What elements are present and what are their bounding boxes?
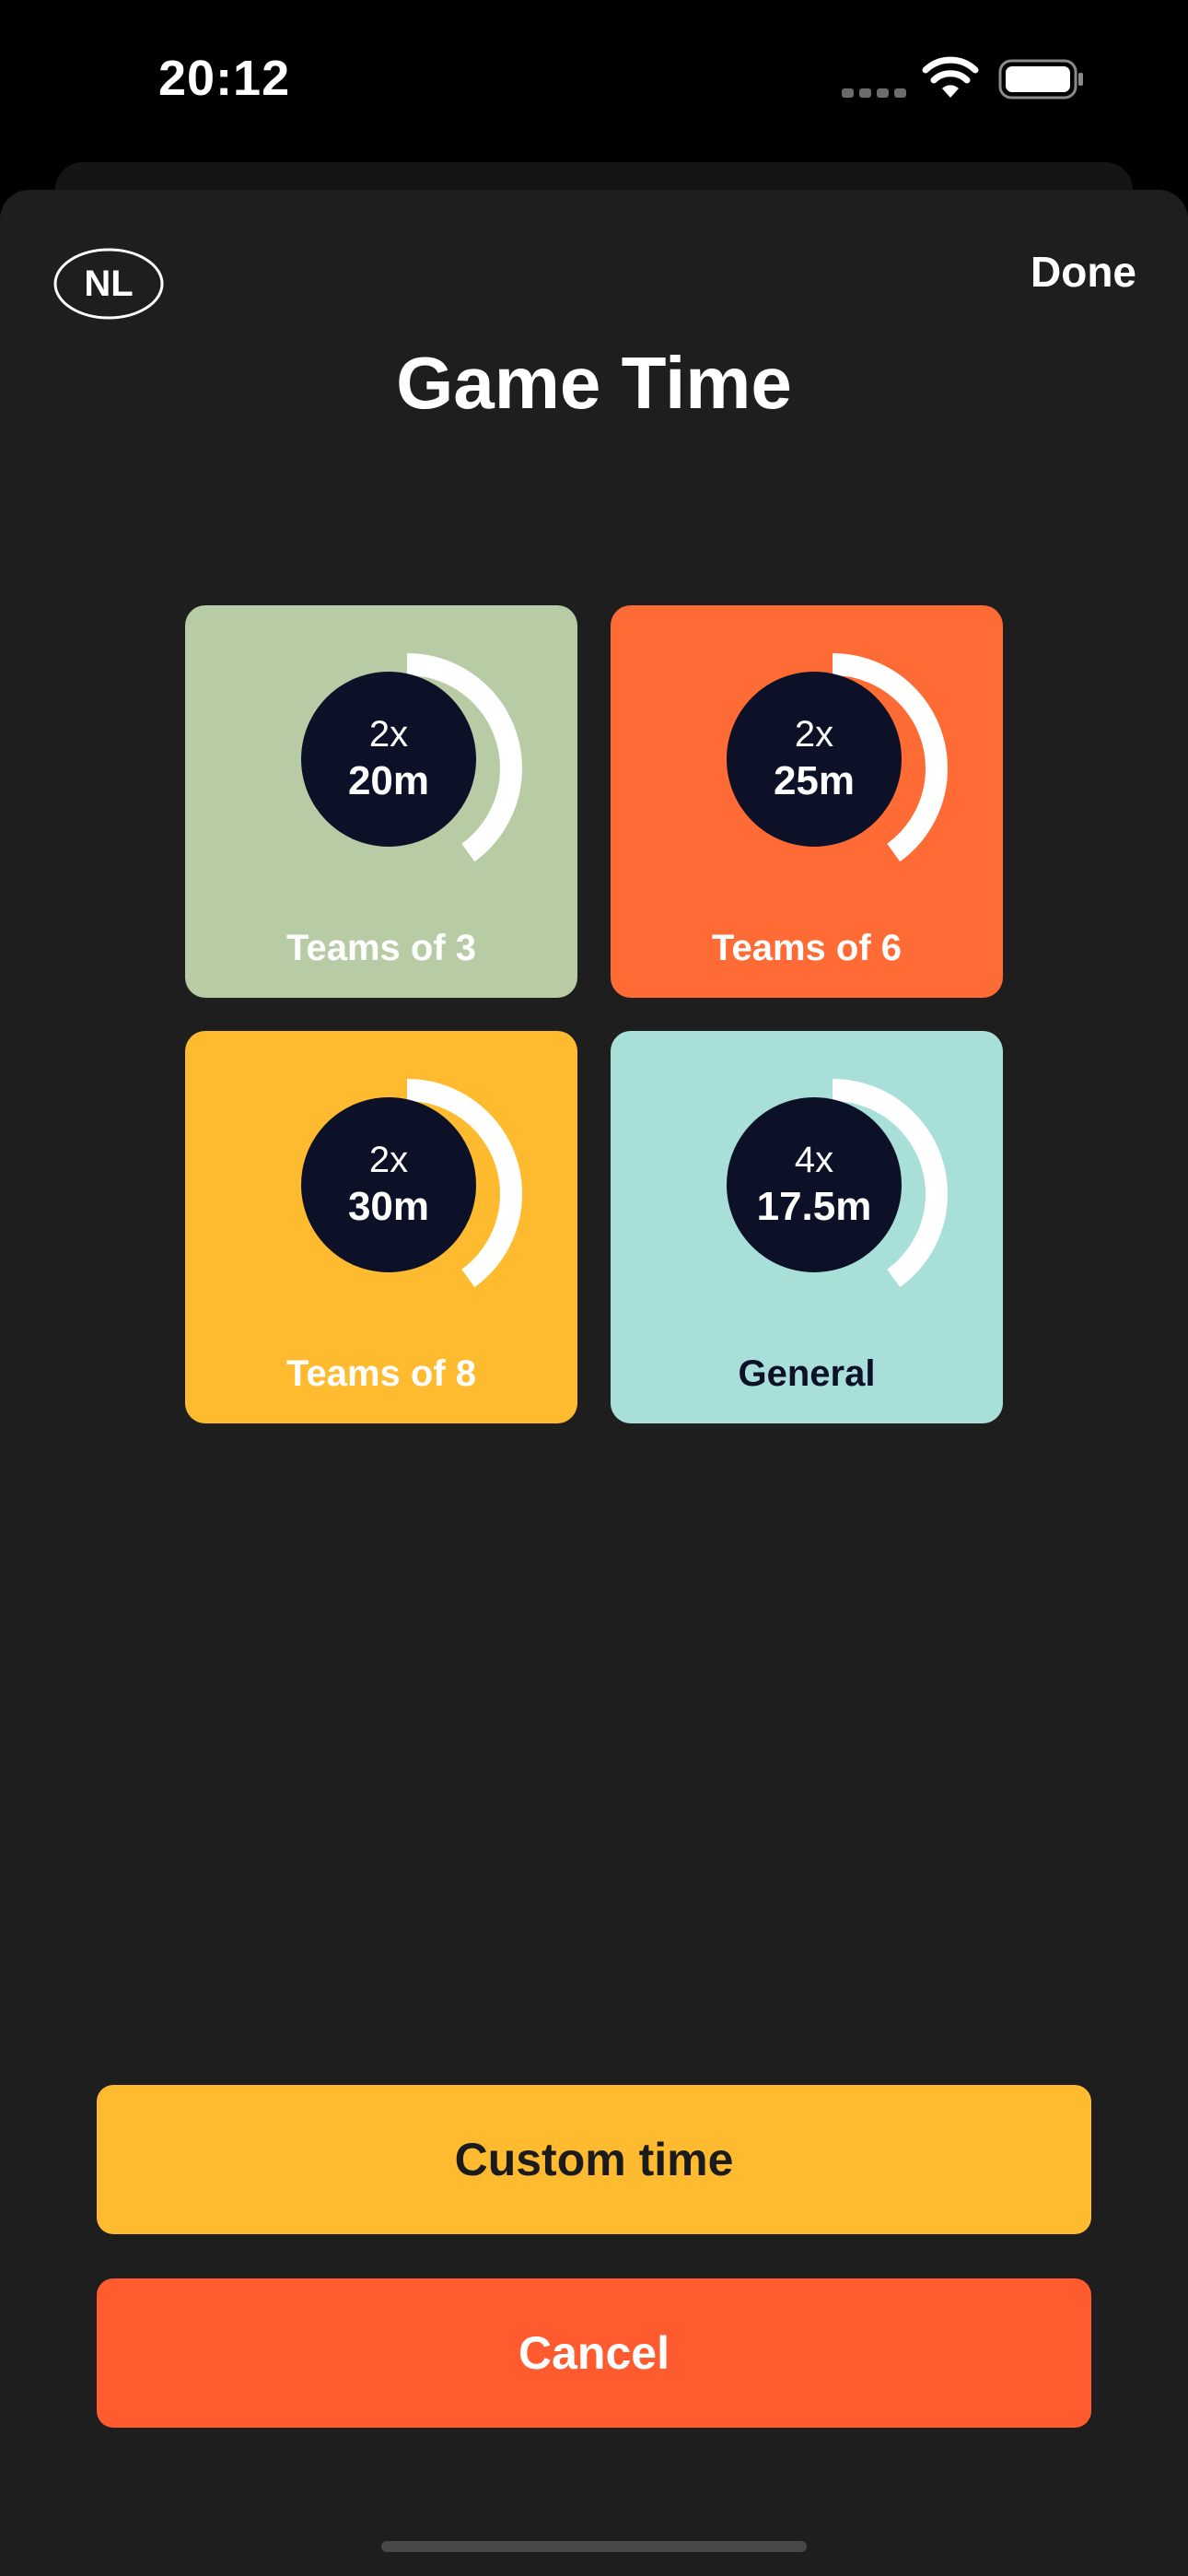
preset-tile-general[interactable]: 4x 17.5m General xyxy=(611,1031,1003,1423)
nl-logo: NL xyxy=(53,247,164,321)
preset-label: Teams of 3 xyxy=(286,928,476,968)
preset-tile-teams-of-8[interactable]: 2x 30m Teams of 8 xyxy=(185,1031,577,1423)
preset-tile-teams-of-6[interactable]: 2x 25m Teams of 6 xyxy=(611,605,1003,998)
preset-duration: 20m xyxy=(347,758,430,803)
preset-rounds: 4x xyxy=(794,1140,834,1180)
preset-label: Teams of 8 xyxy=(286,1353,476,1394)
cancel-button[interactable]: Cancel xyxy=(97,2278,1091,2428)
preset-label: Teams of 6 xyxy=(712,928,902,968)
cellular-signal-icon xyxy=(842,88,906,98)
done-button[interactable]: Done xyxy=(1031,247,1136,297)
preset-time-circle: 4x 17.5m xyxy=(727,1097,902,1272)
preset-duration: 17.5m xyxy=(756,1184,872,1229)
home-indicator xyxy=(381,2541,807,2552)
preset-rounds: 2x xyxy=(794,714,834,755)
status-bar: 20:12 xyxy=(0,0,1188,164)
preset-time-circle: 2x 25m xyxy=(727,672,902,847)
logo-text: NL xyxy=(84,263,133,304)
status-time: 20:12 xyxy=(158,51,291,106)
preset-label: General xyxy=(738,1353,876,1394)
preset-duration: 25m xyxy=(773,758,856,803)
preset-rounds: 2x xyxy=(368,1140,409,1180)
preset-tile-teams-of-3[interactable]: 2x 20m Teams of 3 xyxy=(185,605,577,998)
wifi-icon xyxy=(922,55,979,100)
preset-rounds: 2x xyxy=(368,714,409,755)
preset-time-circle: 2x 20m xyxy=(301,672,476,847)
battery-icon xyxy=(998,59,1085,100)
preset-time-circle: 2x 30m xyxy=(301,1097,476,1272)
page-title: Game Time xyxy=(396,342,792,424)
custom-time-button[interactable]: Custom time xyxy=(97,2085,1091,2234)
preset-duration: 30m xyxy=(347,1184,430,1229)
